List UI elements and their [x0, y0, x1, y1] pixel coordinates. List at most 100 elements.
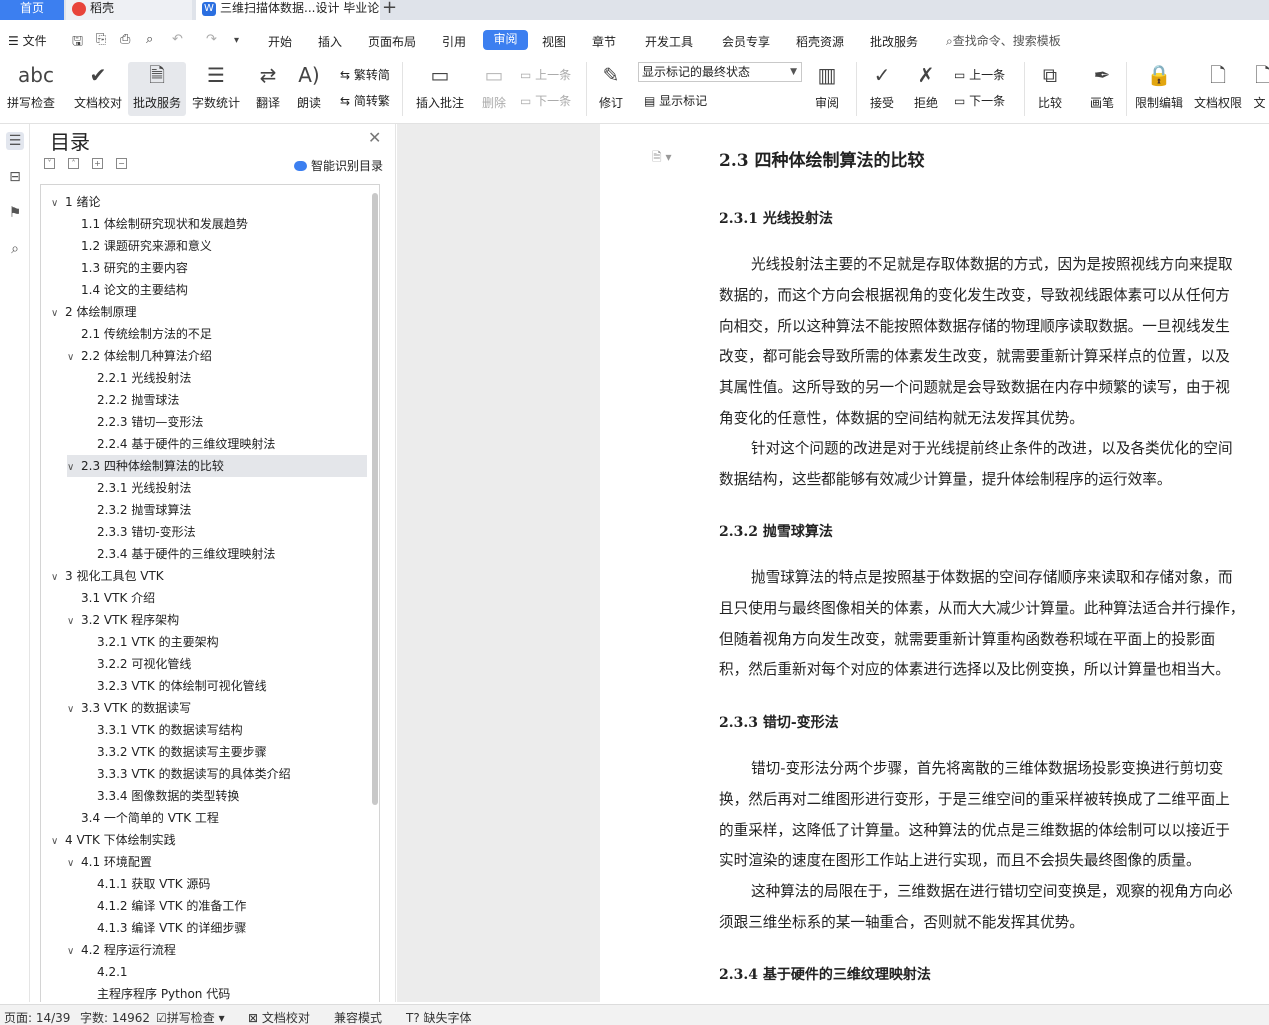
- next-change-button[interactable]: ▭ 下一条: [954, 92, 1005, 109]
- print-icon[interactable]: ⎙: [120, 32, 130, 47]
- add-heading-icon[interactable]: +: [92, 158, 103, 169]
- chevron-down-icon[interactable]: ∨: [51, 831, 65, 853]
- quick-access-more-icon[interactable]: ▾: [234, 35, 239, 46]
- insert-comment-button[interactable]: ▭ 插入批注: [410, 62, 470, 116]
- chevron-down-icon[interactable]: ∨: [51, 567, 65, 589]
- next-comment-button[interactable]: ▭ 下一条: [520, 92, 571, 109]
- doc-truncated-button[interactable]: 🗋 文: [1250, 62, 1269, 116]
- export-pdf-icon[interactable]: ⎘: [96, 32, 106, 47]
- page-indicator[interactable]: 页面: 14/39: [4, 1009, 70, 1025]
- bookmark-icon[interactable]: ⚑: [6, 204, 24, 222]
- toc-item[interactable]: 3.3.3 VTK 的数据读写的具体类介绍: [83, 763, 367, 785]
- new-tab-button[interactable]: +: [382, 0, 397, 18]
- compat-mode[interactable]: 兼容模式: [334, 1009, 382, 1025]
- menu-developer[interactable]: 开发工具: [645, 33, 693, 50]
- remove-heading-icon[interactable]: −: [116, 158, 127, 169]
- menu-chapter[interactable]: 章节: [592, 33, 616, 50]
- undo-icon[interactable]: ↶: [172, 32, 183, 47]
- toc-item[interactable]: 2.1 传统绘制方法的不足: [67, 323, 367, 345]
- menu-review[interactable]: 审阅: [483, 30, 528, 50]
- toc-item[interactable]: 3.2.3 VTK 的体绘制可视化管线: [83, 675, 367, 697]
- translate-button[interactable]: ⇄ 翻译: [248, 62, 288, 116]
- toc-item[interactable]: 2.2.4 基于硬件的三维纹理映射法: [83, 433, 367, 455]
- toc-item[interactable]: ∨ 1 绪论: [51, 191, 367, 213]
- toc-item[interactable]: ∨ 4 VTK 下体绘制实践: [51, 829, 367, 851]
- correction-service-button[interactable]: 🗎 批改服务: [128, 62, 186, 116]
- toc-scrollbar[interactable]: [372, 193, 378, 805]
- missing-font-status[interactable]: T? 缺失字体: [406, 1009, 472, 1025]
- toc-item[interactable]: 3.2.1 VTK 的主要架构: [83, 631, 367, 653]
- trad-to-simp-button[interactable]: ⇆ 繁转简: [340, 66, 390, 83]
- search-icon[interactable]: ⌕: [6, 240, 24, 258]
- restrict-edit-button[interactable]: 🔒 限制编辑: [1132, 62, 1186, 116]
- read-aloud-button[interactable]: A) 朗读: [292, 62, 326, 116]
- chapter-nav-icon[interactable]: ⊟: [6, 168, 24, 186]
- toc-item[interactable]: 2.2.1 光线投射法: [83, 367, 367, 389]
- toc-item[interactable]: 3.4 一个简单的 VTK 工程: [67, 807, 367, 829]
- toc-item[interactable]: 3.2.2 可视化管线: [83, 653, 367, 675]
- toc-item[interactable]: 4.1.1 获取 VTK 源码: [83, 873, 367, 895]
- chevron-down-icon[interactable]: ∨: [67, 699, 81, 721]
- chevron-down-icon[interactable]: ∨: [67, 941, 81, 963]
- prev-comment-button[interactable]: ▭ 上一条: [520, 66, 571, 83]
- redo-icon[interactable]: ↷: [206, 32, 217, 47]
- toc-item[interactable]: 1.2 课题研究来源和意义: [67, 235, 367, 257]
- toc-item[interactable]: 2.2.2 抛雪球法: [83, 389, 367, 411]
- spell-check-status[interactable]: ☑拼写检查 ▾: [156, 1009, 225, 1025]
- tab-daoke[interactable]: 稻壳: [66, 0, 192, 20]
- command-search[interactable]: ⌕查找命令、搜索模板: [946, 32, 1061, 49]
- word-count-button[interactable]: ☰ 字数统计: [190, 62, 242, 116]
- menu-view[interactable]: 视图: [542, 33, 566, 50]
- toc-item[interactable]: 2.3.4 基于硬件的三维纹理映射法: [83, 543, 367, 565]
- toc-nav-icon[interactable]: ☰: [6, 132, 24, 150]
- toc-item[interactable]: 3.3.1 VTK 的数据读写结构: [83, 719, 367, 741]
- toc-item[interactable]: 1.3 研究的主要内容: [67, 257, 367, 279]
- toc-item[interactable]: 3.1 VTK 介绍: [67, 587, 367, 609]
- markup-state-select[interactable]: 显示标记的最终状态 ▼: [638, 62, 802, 82]
- collapse-all-icon[interactable]: ˄: [68, 158, 79, 169]
- chevron-down-icon[interactable]: ∨: [51, 303, 65, 325]
- ink-button[interactable]: ✒ 画笔: [1084, 62, 1120, 116]
- expand-all-icon[interactable]: ˅: [44, 158, 55, 169]
- accept-button[interactable]: ✓ 接受: [864, 62, 900, 116]
- toc-item[interactable]: 2.2.3 错切—变形法: [83, 411, 367, 433]
- file-menu[interactable]: ☰ 文件: [8, 32, 47, 49]
- toc-item[interactable]: 3.3.2 VTK 的数据读写主要步骤: [83, 741, 367, 763]
- track-changes-button[interactable]: ✎ 修订: [592, 62, 630, 116]
- menu-member[interactable]: 会员专享: [722, 33, 770, 50]
- chevron-down-icon[interactable]: ∨: [67, 611, 81, 633]
- doc-rights-button[interactable]: 🗋 文档权限: [1192, 62, 1244, 116]
- toc-item[interactable]: 4.2.1: [83, 961, 367, 983]
- delete-comment-button[interactable]: ▭ 删除: [474, 62, 514, 116]
- compare-button[interactable]: ⧉ 比较: [1030, 62, 1070, 116]
- toc-item[interactable]: ∨ 2.3 四种体绘制算法的比较: [67, 455, 367, 477]
- toc-item[interactable]: ∨ 3.2 VTK 程序架构: [67, 609, 367, 631]
- word-count-indicator[interactable]: 字数: 14962: [80, 1009, 150, 1025]
- print-preview-icon[interactable]: ⌕: [146, 32, 153, 47]
- menu-insert[interactable]: 插入: [318, 33, 342, 50]
- prev-change-button[interactable]: ▭ 上一条: [954, 66, 1005, 83]
- page-doc-icon[interactable]: 🗎 ▾: [652, 148, 672, 169]
- toc-item[interactable]: ∨ 2 体绘制原理: [51, 301, 367, 323]
- doc-check-button[interactable]: ✔ 文档校对: [72, 62, 124, 116]
- toc-item[interactable]: ∨ 3 视化工具包 VTK: [51, 565, 367, 587]
- toc-item[interactable]: ∨ 3.3 VTK 的数据读写: [67, 697, 367, 719]
- toc-item[interactable]: 4.1.3 编译 VTK 的详细步骤: [83, 917, 367, 939]
- toc-item[interactable]: 1.4 论文的主要结构: [67, 279, 367, 301]
- spell-check-button[interactable]: abc 拼写检查: [4, 62, 58, 116]
- chevron-down-icon[interactable]: ∨: [67, 457, 81, 479]
- simp-to-trad-button[interactable]: ⇆ 简转繁: [340, 92, 390, 109]
- chevron-down-icon[interactable]: ∨: [67, 853, 81, 875]
- toc-item[interactable]: ∨ 4.2 程序运行流程: [67, 939, 367, 961]
- menu-correction[interactable]: 批改服务: [870, 33, 918, 50]
- home-tab[interactable]: 首页: [0, 0, 64, 20]
- toc-item[interactable]: 主程序程序 Python 代码: [83, 983, 367, 1002]
- show-markup-button[interactable]: ▤ 显示标记: [644, 92, 707, 109]
- review-pane-button[interactable]: ▥ 审阅: [808, 62, 846, 116]
- doc-check-status[interactable]: ⊠ 文档校对: [248, 1009, 310, 1025]
- toc-item[interactable]: 1.1 体绘制研究现状和发展趋势: [67, 213, 367, 235]
- smart-toc-button[interactable]: 智能识别目录: [294, 157, 383, 174]
- toc-item[interactable]: ∨ 2.2 体绘制几种算法介绍: [67, 345, 367, 367]
- save-icon[interactable]: 🖫: [72, 32, 83, 54]
- menu-daoke-resources[interactable]: 稻壳资源: [796, 33, 844, 50]
